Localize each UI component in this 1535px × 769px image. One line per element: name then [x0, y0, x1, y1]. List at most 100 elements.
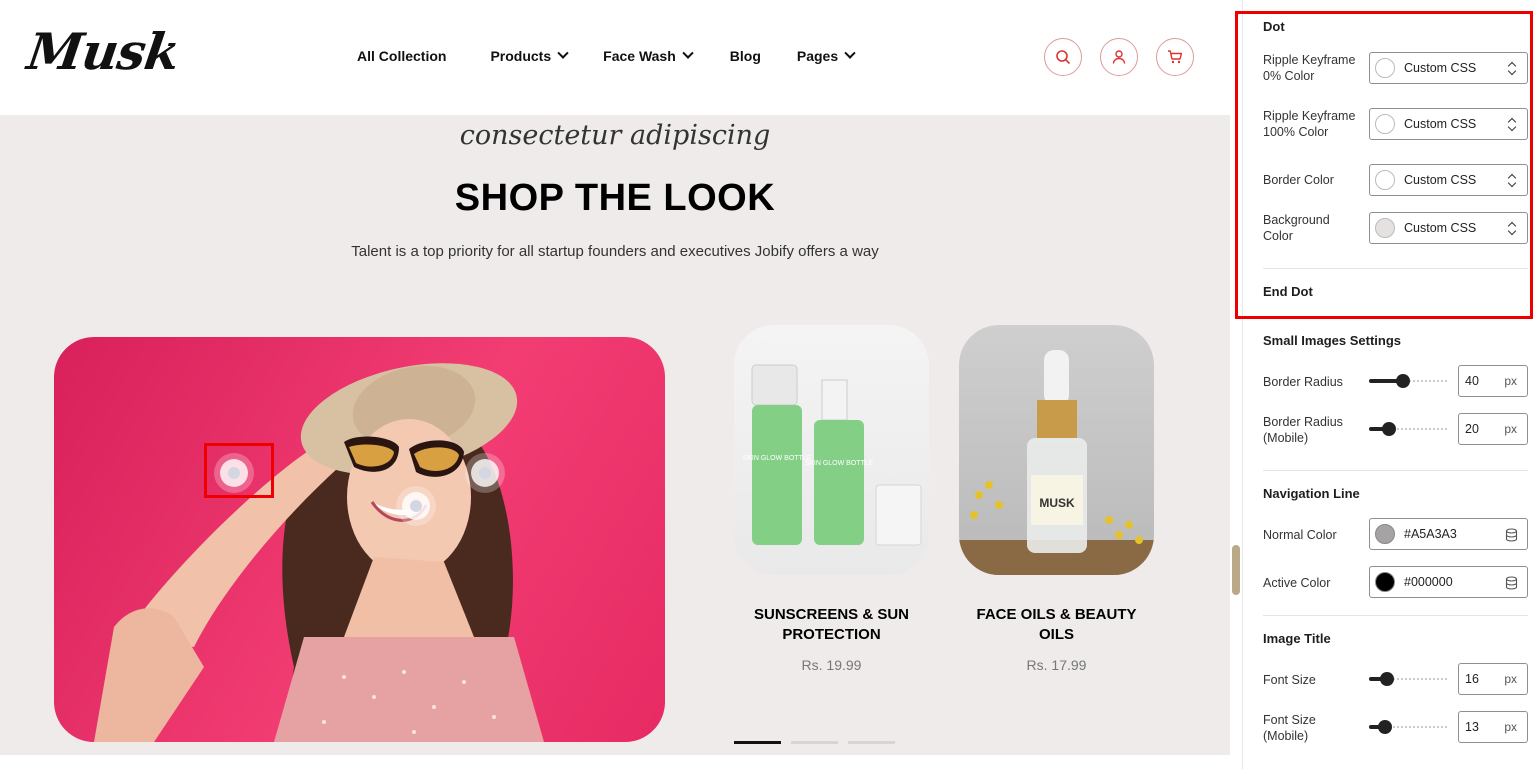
color-swatch	[1375, 170, 1395, 190]
unit-label: px	[1504, 672, 1517, 686]
font-size-mobile-input[interactable]: 13 px	[1458, 711, 1528, 743]
unit-label: px	[1504, 720, 1517, 734]
pagination-bullet[interactable]	[791, 741, 838, 744]
font-size-mobile-slider[interactable]	[1369, 720, 1449, 734]
border-radius-label: Border Radius	[1263, 375, 1343, 389]
font-size-input[interactable]: 16 px	[1458, 663, 1528, 695]
database-icon[interactable]	[1505, 528, 1518, 542]
product-title[interactable]: FACE OILS & BEAUTY OILS	[959, 605, 1154, 645]
background-color-select[interactable]: Custom CSS	[1369, 212, 1528, 244]
cart-icon	[1168, 50, 1183, 64]
pagination-bullet[interactable]	[734, 741, 781, 744]
shop-the-look-section: consectetur adipiscing SHOP THE LOOK Tal…	[0, 115, 1230, 755]
ripple-100-label: Ripple Keyframe 100% Color	[1263, 109, 1356, 139]
nav-face-wash[interactable]: Face Wash	[603, 47, 694, 64]
border-radius-mobile-input[interactable]: 20 px	[1458, 413, 1528, 445]
select-arrows-icon	[1507, 220, 1517, 236]
nav-all-collection[interactable]: All Collection	[357, 48, 446, 64]
font-size-mobile-label: Font Size (Mobile)	[1263, 713, 1316, 743]
sunscreen-bottles-photo: SKIN GLOW BOTTLE SKIN GLOW BOTTLE	[743, 364, 922, 546]
logo[interactable]: Musk	[24, 22, 183, 81]
select-value: Custom CSS	[1404, 61, 1477, 75]
select-arrows-icon	[1507, 60, 1517, 76]
pagination-bullet[interactable]	[848, 741, 895, 744]
select-value: Custom CSS	[1404, 173, 1477, 187]
active-color-field[interactable]: #000000	[1369, 566, 1528, 598]
color-swatch[interactable]	[1375, 524, 1395, 544]
color-swatch	[1375, 218, 1395, 238]
input-value: 20	[1465, 422, 1479, 436]
color-value: #A5A3A3	[1404, 527, 1457, 541]
ripple-0-color-select[interactable]: Custom CSS	[1369, 52, 1528, 84]
preview-scrollbar-thumb[interactable]	[1232, 545, 1240, 595]
product-price: Rs. 17.99	[1026, 657, 1087, 673]
look-image	[54, 337, 665, 742]
select-value: Custom CSS	[1404, 221, 1477, 235]
section-tagline: consectetur adipiscing	[459, 120, 771, 151]
product-title[interactable]: SUNSCREENS & SUN PROTECTION	[734, 605, 929, 645]
normal-color-label: Normal Color	[1263, 528, 1337, 542]
font-size-slider[interactable]	[1369, 672, 1449, 686]
section-title-navigation-line: Navigation Line	[1263, 486, 1360, 501]
nav-label: Blog	[729, 48, 761, 64]
font-size-label: Font Size	[1263, 673, 1316, 687]
unit-label: px	[1504, 422, 1517, 436]
page: Musk All Collection Products Face Wash B…	[0, 0, 1535, 769]
search-button[interactable]	[1044, 38, 1082, 76]
nav-label: Pages	[796, 48, 839, 64]
divider	[1263, 615, 1528, 616]
chevron-down-icon	[682, 47, 694, 59]
hotspot-dot[interactable]	[471, 459, 499, 487]
bottle-label-text: SKIN GLOW BOTTLE	[805, 460, 874, 467]
divider	[1263, 268, 1528, 269]
border-radius-input[interactable]: 40 px	[1458, 365, 1528, 397]
serum-bottle-photo: MUSK	[959, 350, 1154, 575]
product-image: SKIN GLOW BOTTLE SKIN GLOW BOTTLE	[734, 325, 929, 575]
store-preview: Musk All Collection Products Face Wash B…	[0, 0, 1230, 769]
settings-panel: Dot Ripple Keyframe 0% Color Custom CSS …	[1242, 0, 1535, 769]
ripple-0-label: Ripple Keyframe 0% Color	[1263, 53, 1356, 83]
account-button[interactable]	[1100, 38, 1138, 76]
product-image: MUSK	[959, 325, 1154, 575]
border-color-select[interactable]: Custom CSS	[1369, 164, 1528, 196]
highlight-box	[204, 443, 274, 498]
nav-products[interactable]: Products	[490, 47, 569, 64]
slider-knob[interactable]	[1382, 422, 1396, 436]
slider-knob[interactable]	[1380, 672, 1394, 686]
section-title-small-images: Small Images Settings	[1263, 333, 1401, 348]
database-icon[interactable]	[1505, 576, 1518, 590]
nav-label: All Collection	[357, 48, 447, 64]
select-arrows-icon	[1507, 116, 1517, 132]
input-value: 16	[1465, 672, 1479, 686]
color-swatch[interactable]	[1375, 572, 1395, 592]
hotspot-dot[interactable]	[402, 492, 430, 520]
normal-color-field[interactable]: #A5A3A3	[1369, 518, 1528, 550]
product-card[interactable]: MUSK FACE OILS & BEAUTY OILS Rs. 17.99	[959, 325, 1154, 673]
end-dot-label: End Dot	[1263, 284, 1313, 299]
color-value: #000000	[1404, 575, 1453, 589]
active-color-label: Active Color	[1263, 576, 1331, 590]
border-radius-mobile-label: Border Radius (Mobile)	[1263, 415, 1343, 445]
border-radius-mobile-slider[interactable]	[1369, 422, 1449, 436]
product-card[interactable]: SKIN GLOW BOTTLE SKIN GLOW BOTTLE SUNSCR…	[734, 325, 929, 673]
woman-photo	[94, 363, 544, 742]
nav-blog[interactable]: Blog	[730, 48, 761, 64]
border-radius-slider[interactable]	[1369, 374, 1449, 388]
slider-knob[interactable]	[1378, 720, 1392, 734]
input-value: 40	[1465, 374, 1479, 388]
slider-knob[interactable]	[1396, 374, 1410, 388]
unit-label: px	[1504, 374, 1517, 388]
background-color-label: Background Color	[1263, 213, 1330, 243]
bottle-label-text: SKIN GLOW BOTTLE	[743, 455, 812, 462]
nav-label: Products	[490, 48, 552, 64]
serum-label-text: MUSK	[1039, 496, 1075, 510]
ripple-100-color-select[interactable]: Custom CSS	[1369, 108, 1528, 140]
select-arrows-icon	[1507, 172, 1517, 188]
section-title-image-title: Image Title	[1263, 631, 1331, 646]
chevron-down-icon	[844, 47, 856, 59]
section-title: SHOP THE LOOK	[454, 177, 776, 219]
main-nav: All Collection Products Face Wash Blog P…	[357, 47, 856, 64]
cart-button[interactable]	[1156, 38, 1194, 76]
nav-pages[interactable]: Pages	[796, 47, 856, 64]
site-header: Musk All Collection Products Face Wash B…	[0, 0, 1230, 115]
